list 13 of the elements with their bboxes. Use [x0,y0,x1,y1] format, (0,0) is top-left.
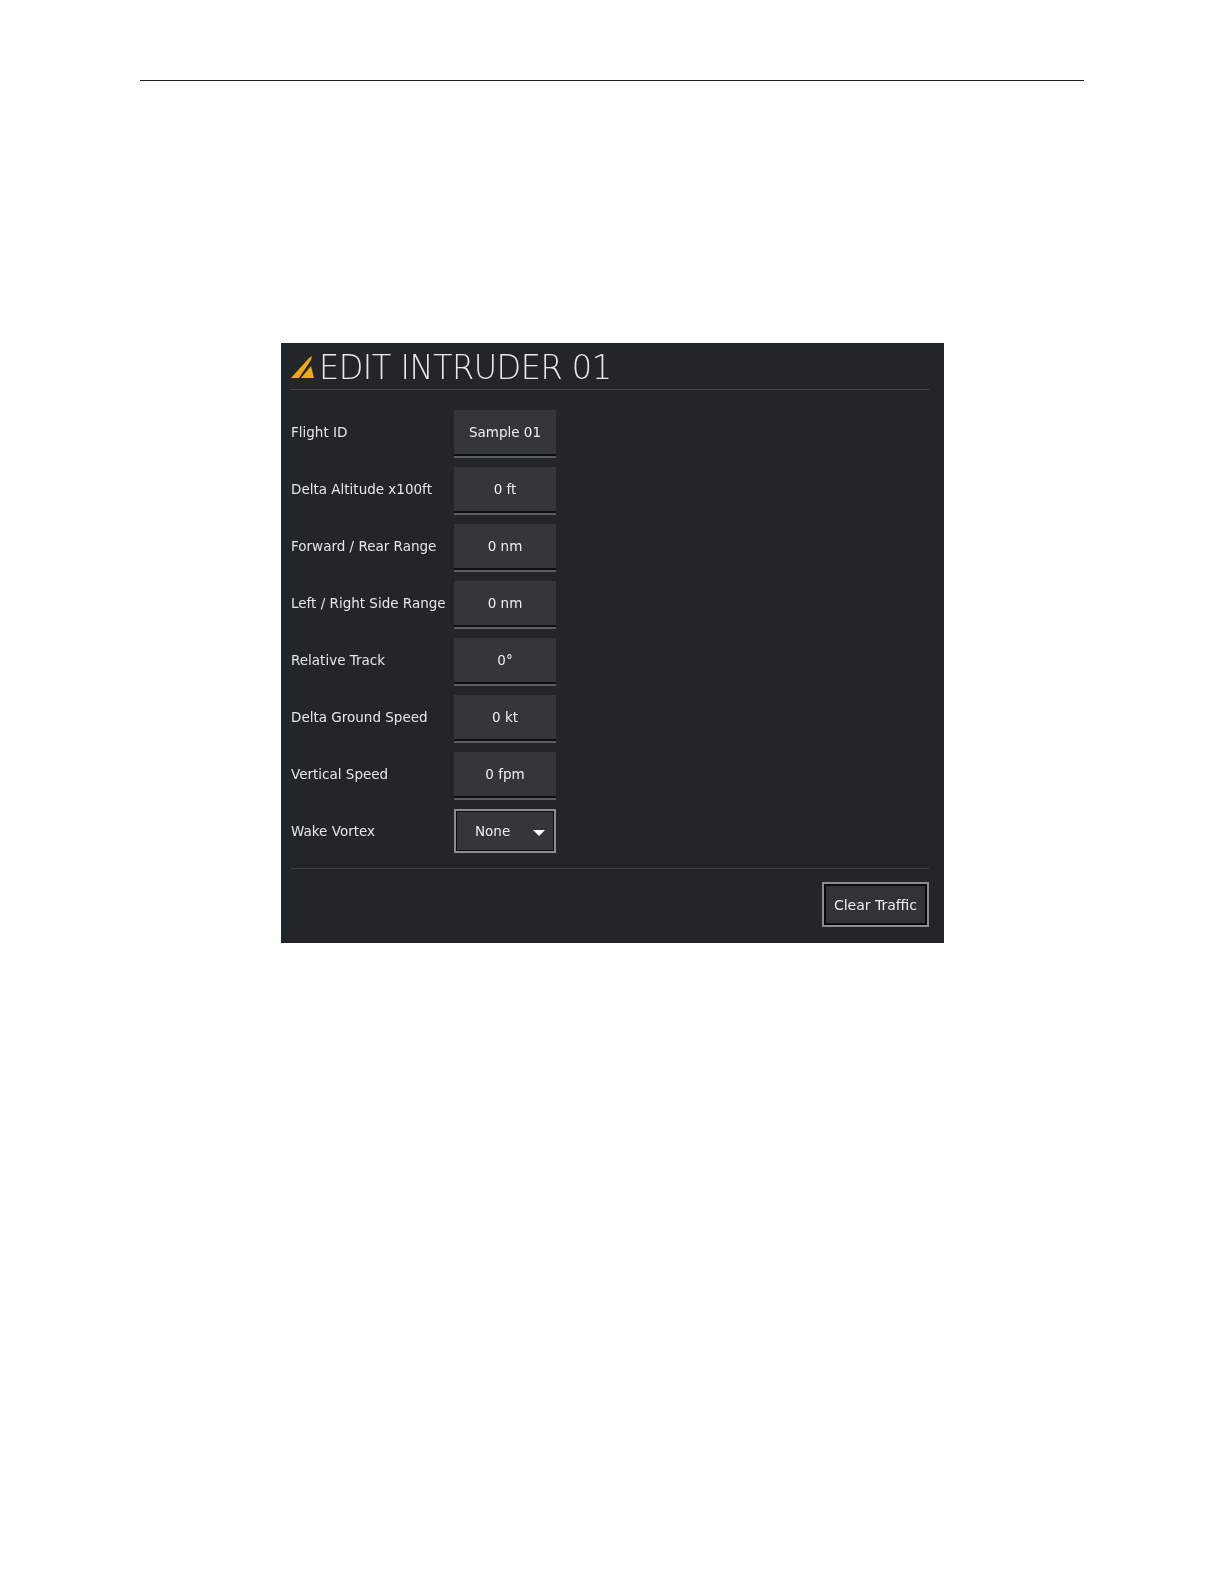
field-label: Wake Vortex [291,822,377,839]
field-label: Forward / Rear Range [291,537,438,554]
clear-traffic-button[interactable]: Clear Traffic [821,882,929,927]
field-label: Flight ID [291,423,349,440]
dropdown[interactable]: None [454,808,556,853]
field-label: Delta Altitude x100ft [291,480,433,497]
caret-icon [533,829,545,836]
field-label: Left / Right Side Range [291,594,447,611]
logo-icon [291,356,315,378]
panel-title: EDIT INTRUDER 01 [319,347,612,387]
field-label: Relative Track [291,651,387,668]
field-label: Delta Ground Speed [291,708,429,725]
field-label: Vertical Speed [291,765,390,782]
